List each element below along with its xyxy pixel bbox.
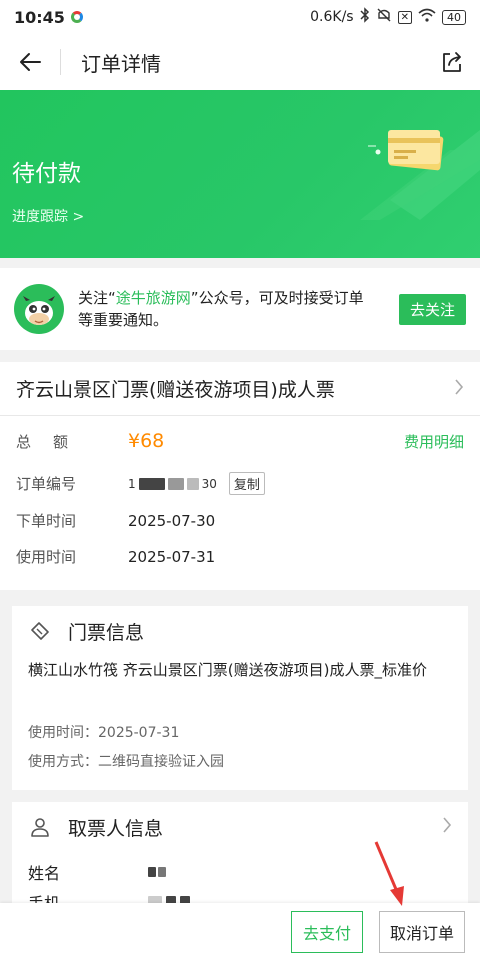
use-time-label: 使用时间 — [16, 548, 77, 566]
holder-info-header: 取票人信息 — [12, 802, 468, 852]
order-info-section: 总额 ¥68 费用明细 订单编号 1 30 复制 下单时间 2025-07-30… — [0, 416, 480, 590]
bluetooth-icon — [360, 7, 370, 27]
holder-info-title: 取票人信息 — [68, 817, 164, 840]
back-arrow-icon — [20, 53, 41, 71]
no-sim-icon: ✕ — [397, 10, 412, 24]
status-time: 10:45 — [14, 7, 65, 27]
order-time-row: 下单时间 2025-07-30 — [16, 510, 464, 531]
progress-tracking-link[interactable]: 进度跟踪 > — [12, 206, 84, 226]
ticket-card-illustration — [360, 130, 480, 220]
order-time-value: 2025-07-30 — [128, 511, 216, 530]
mute-icon — [376, 7, 392, 27]
order-time-label: 下单时间 — [16, 512, 77, 530]
ticket-info-header: 门票信息 — [12, 606, 468, 656]
ticket-use-time: 使用时间：2025-07-31 — [28, 725, 180, 741]
battery-icon: 40 — [442, 9, 466, 25]
app-notification-icon — [70, 11, 83, 23]
follow-button[interactable]: 去关注 — [398, 293, 466, 325]
follow-message: 关注“途牛旅游网”公众号，可及时接受订单等重要通知。 — [78, 287, 378, 331]
total-row: 总额 ¥68 费用明细 — [16, 430, 464, 452]
app-header: 订单详情 — [0, 34, 480, 90]
order-number-left: 1 — [128, 476, 136, 491]
follow-text-before: 关注“ — [78, 289, 116, 307]
redacted-block — [167, 477, 184, 490]
ticket-use-method: 使用方式：二维码直接验证入园 — [28, 754, 224, 770]
order-number-row: 订单编号 1 30 复制 — [16, 472, 464, 495]
chevron-right-icon — [442, 816, 452, 838]
order-number-value: 1 30 — [128, 477, 217, 491]
order-status-banner: 待付款 进度跟踪 > — [0, 90, 480, 258]
total-label: 总额 — [16, 432, 91, 451]
page-title: 订单详情 — [81, 51, 161, 76]
ticket-holder-card[interactable]: 取票人信息 姓名 手机 — [12, 802, 468, 913]
wifi-icon — [418, 8, 436, 26]
product-row[interactable]: 齐云山景区门票(赠送夜游项目)成人票 — [0, 362, 480, 416]
ticket-info-card: 门票信息 横江山水竹筏 齐云山景区门票(赠送夜游项目)成人票_标准价 使用时间：… — [12, 606, 468, 790]
redacted-block — [138, 477, 165, 490]
person-icon — [28, 815, 52, 839]
back-button[interactable] — [0, 34, 60, 90]
cancel-order-button[interactable]: 取消订单 — [379, 911, 465, 953]
chevron-right-icon — [454, 378, 464, 400]
ticket-icon — [28, 619, 52, 643]
order-status-text: 待付款 — [12, 161, 81, 187]
order-number-label: 订单编号 — [16, 475, 77, 493]
bottom-action-bar: 去支付 取消订单 — [0, 903, 480, 960]
ticket-name: 横江山水竹筏 齐云山景区门票(赠送夜游项目)成人票_标准价 — [28, 661, 427, 679]
holder-name-label: 姓名 — [28, 864, 61, 883]
status-bar: 10:45 0.6K/s ✕ 40 — [0, 0, 480, 34]
pay-button[interactable]: 去支付 — [291, 911, 363, 953]
follow-account-card: 关注“途牛旅游网”公众号，可及时接受订单等重要通知。 去关注 — [0, 268, 480, 350]
network-speed: 0.6K/s — [310, 9, 354, 25]
redacted-block — [158, 867, 166, 877]
product-name: 齐云山景区门票(赠送夜游项目)成人票 — [16, 379, 335, 401]
share-button[interactable] — [424, 34, 480, 90]
copy-button[interactable]: 复制 — [228, 472, 265, 495]
use-time-value: 2025-07-31 — [128, 547, 216, 566]
order-number-right: 30 — [201, 476, 217, 491]
tuniu-cow-logo — [14, 284, 64, 334]
redacted-block — [148, 867, 156, 877]
status-right-group: 0.6K/s ✕ 40 — [310, 7, 466, 27]
header-divider — [60, 49, 61, 75]
share-icon — [443, 52, 461, 72]
ticket-info-title: 门票信息 — [68, 621, 145, 644]
fee-detail-link[interactable]: 费用明细 — [404, 431, 464, 452]
brand-name-link[interactable]: 途牛旅游网 — [116, 289, 191, 307]
total-price: ¥68 — [128, 430, 165, 452]
use-time-row: 使用时间 2025-07-31 — [16, 546, 464, 567]
redacted-block — [186, 477, 199, 490]
holder-name-row: 姓名 — [28, 860, 166, 884]
